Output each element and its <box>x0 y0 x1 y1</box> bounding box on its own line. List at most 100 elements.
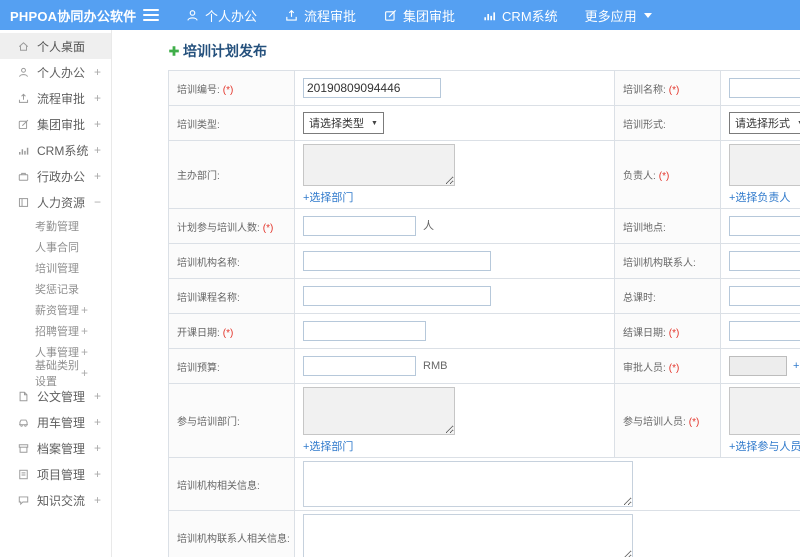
participating-departments-label-cell: 参与培训部门: <box>168 383 295 458</box>
expand-icon[interactable]: + <box>94 390 101 402</box>
approver-label-cell: 审批人员: (*) <box>614 348 721 384</box>
edit-icon <box>17 118 30 131</box>
sidebar-item-admin-office[interactable]: 行政办公 + <box>0 163 111 189</box>
nav-item-crm-system[interactable]: CRM系统 <box>482 6 558 25</box>
expand-icon[interactable]: + <box>94 416 101 428</box>
collapse-icon[interactable]: − <box>94 196 101 208</box>
sidebar-item-workflow-approval[interactable]: 流程审批 + <box>0 85 111 111</box>
training-location-input[interactable] <box>729 216 800 236</box>
expand-icon[interactable]: + <box>94 494 101 506</box>
expand-icon[interactable]: + <box>94 118 101 130</box>
training-name-input[interactable] <box>729 78 800 98</box>
book-icon <box>17 196 30 209</box>
top-bar: PHPOA协同办公软件 个人办公 流程审批 集团审批 CRM系统 更多应用 <box>0 0 800 30</box>
expand-icon[interactable]: + <box>94 144 101 156</box>
field-label: 培训地点: <box>623 222 666 234</box>
expand-icon[interactable]: + <box>81 367 88 379</box>
sidebar-item-label: 个人桌面 <box>37 39 86 54</box>
sidebar-item-project-management[interactable]: 项目管理 + <box>0 461 111 487</box>
expand-icon[interactable]: + <box>81 346 88 358</box>
sidebar-subitem-salary-management[interactable]: 薪资管理 + <box>0 299 111 320</box>
sidebar-subitem-label: 薪资管理 <box>35 304 79 317</box>
form-row: 培训机构相关信息: <box>168 457 800 511</box>
flow-icon <box>284 8 299 23</box>
sidebar-item-document-management[interactable]: 公文管理 + <box>0 383 111 409</box>
training-form-select[interactable]: 请选择形式▼ <box>729 112 800 134</box>
sidebar-subitem-personnel-contract[interactable]: 人事合同 <box>0 236 111 257</box>
nav-item-personal-office[interactable]: 个人办公 <box>185 6 257 25</box>
person-in-charge-textarea[interactable] <box>729 144 800 186</box>
end-date-input[interactable] <box>729 321 800 341</box>
hamburger-menu-icon[interactable] <box>143 9 159 21</box>
org-name-input[interactable] <box>303 251 491 271</box>
sidebar-item-crm-system[interactable]: CRM系统 + <box>0 137 111 163</box>
form-row: 培训编号:(*)培训名称:(*) <box>168 70 800 106</box>
archive-icon <box>17 442 30 455</box>
sidebar-subitem-training-management[interactable]: 培训管理 <box>0 257 111 278</box>
chart-icon <box>482 8 497 23</box>
host-department-picker-link[interactable]: +选择部门 <box>303 189 353 205</box>
participants-field-cell: +选择参与人员 <box>720 383 800 458</box>
start-date-input[interactable] <box>303 321 426 341</box>
host-department-textarea[interactable] <box>303 144 455 186</box>
training-no-input[interactable] <box>303 78 441 98</box>
sidebar-item-knowledge-exchange[interactable]: 知识交流 + <box>0 487 111 513</box>
sidebar-item-personal-office[interactable]: 个人办公 + <box>0 59 111 85</box>
budget-input[interactable] <box>303 356 416 376</box>
org-contact-input[interactable] <box>729 251 800 271</box>
expand-icon[interactable]: + <box>94 170 101 182</box>
nav-item-more-apps[interactable]: 更多应用 <box>585 6 652 25</box>
approver-picker-link[interactable]: +选择审批人员 <box>793 360 800 372</box>
sidebar-item-label: 项目管理 <box>37 467 86 482</box>
approver-input[interactable] <box>729 356 787 376</box>
sidebar-subitem-label: 人事合同 <box>35 241 79 254</box>
required-mark: (*) <box>668 327 680 339</box>
form-row: 培训预算: RMB 审批人员:(*) +选择审批人员 <box>168 348 800 384</box>
course-name-input[interactable] <box>303 286 491 306</box>
sidebar-item-personal-desktop[interactable]: 个人桌面 <box>0 33 111 59</box>
expand-icon[interactable]: + <box>94 92 101 104</box>
sidebar-item-vehicle-management[interactable]: 用车管理 + <box>0 409 111 435</box>
person-in-charge-field-cell: +选择负责人 <box>720 140 800 209</box>
expand-icon[interactable]: + <box>94 66 101 78</box>
sidebar-item-label: 知识交流 <box>37 493 86 508</box>
total-hours-input[interactable] <box>729 286 800 306</box>
participating-departments-picker-link[interactable]: +选择部门 <box>303 438 353 454</box>
org-info-textarea[interactable] <box>303 461 633 507</box>
training-type-label-cell: 培训类型: <box>168 105 295 141</box>
org-contact-info-textarea[interactable] <box>303 514 633 557</box>
nav-item-workflow-approval[interactable]: 流程审批 <box>284 6 356 25</box>
nav-item-group-approval[interactable]: 集团审批 <box>383 6 455 25</box>
training-type-select[interactable]: 请选择类型 ▼ <box>303 112 384 134</box>
form-row: 开课日期: (*) 结课日期: (*) <box>168 313 800 349</box>
form-row: 培训机构联系人相关信息: <box>168 510 800 557</box>
required-mark: (*) <box>222 327 234 339</box>
end-date-field-cell <box>720 313 800 349</box>
participants-textarea[interactable] <box>729 387 800 435</box>
doc-icon <box>17 390 30 403</box>
sidebar-subitem-label: 招聘管理 <box>35 325 79 338</box>
sidebar-subitem-reward-punishment-record[interactable]: 奖惩记录 <box>0 278 111 299</box>
sidebar-item-group-approval[interactable]: 集团审批 + <box>0 111 111 137</box>
expand-icon[interactable]: + <box>94 442 101 454</box>
required-mark: (*) <box>668 84 680 96</box>
expand-icon[interactable]: + <box>81 304 88 316</box>
sidebar-item-human-resources[interactable]: 人力资源 − <box>0 189 111 215</box>
total-hours-label-cell: 总课时: <box>614 278 721 314</box>
field-label: 培训机构联系人相关信息: <box>177 533 290 545</box>
sidebar-subitem-recruitment-management[interactable]: 招聘管理 + <box>0 320 111 341</box>
sidebar-item-archive-management[interactable]: 档案管理 + <box>0 435 111 461</box>
participants-picker-link[interactable]: +选择参与人员 <box>729 438 800 454</box>
sidebar-subitem-basic-category-settings[interactable]: 基础类别设置 + <box>0 360 111 388</box>
planned-participants-input[interactable] <box>303 216 416 236</box>
field-label: 主办部门: <box>177 171 220 182</box>
sidebar-item-label: CRM系统 <box>37 143 89 158</box>
sidebar-subitem-attendance-management[interactable]: 考勤管理 <box>0 215 111 236</box>
person-in-charge-picker-link[interactable]: +选择负责人 <box>729 189 790 205</box>
expand-icon[interactable]: + <box>81 325 88 337</box>
participating-departments-textarea[interactable] <box>303 387 455 435</box>
planned-participants-label-cell: 计划参与培训人数: (*) <box>168 208 295 244</box>
expand-icon[interactable]: + <box>94 468 101 480</box>
training-name-field-cell <box>720 70 800 106</box>
field-label: 开课日期: <box>177 327 220 339</box>
